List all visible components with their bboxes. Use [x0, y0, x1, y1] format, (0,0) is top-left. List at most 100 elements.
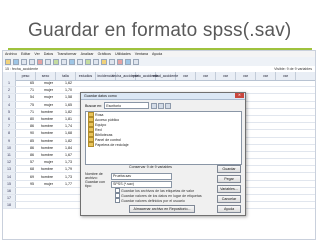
row-number[interactable]: 4 — [3, 101, 16, 108]
variables-button[interactable]: Variables... — [217, 185, 241, 193]
cell[interactable]: hombre — [35, 153, 54, 157]
cell[interactable]: mujer — [35, 160, 54, 164]
look-in-select[interactable]: Escritorio — [104, 102, 150, 109]
view-menu-icon[interactable] — [165, 102, 172, 109]
menu-graficos[interactable]: Gráficos — [98, 52, 111, 56]
column-header[interactable]: talla — [56, 72, 76, 80]
row-number[interactable]: 5 — [3, 108, 16, 115]
cell[interactable]: 71 — [16, 110, 35, 114]
menu-transformar[interactable]: Transformar — [57, 52, 76, 56]
save-icon[interactable] — [13, 58, 19, 65]
list-item[interactable]: Papelera de reciclaje — [86, 142, 241, 147]
cell[interactable]: 1,62 — [54, 81, 73, 85]
menu-datos[interactable]: Datos — [44, 52, 53, 56]
cell[interactable]: 1,84 — [54, 146, 73, 150]
column-header[interactable]: var — [236, 72, 256, 80]
row-number[interactable]: 1 — [3, 80, 16, 87]
file-type-select[interactable]: SPSS (*.sav) — [111, 180, 172, 188]
column-header[interactable]: var — [176, 72, 196, 80]
cell[interactable]: hombre — [35, 146, 54, 150]
cell[interactable]: hombre — [35, 117, 54, 121]
column-header[interactable]: estudios — [76, 72, 96, 80]
variables-icon[interactable] — [69, 58, 75, 65]
cell[interactable]: 86 — [16, 153, 35, 157]
column-header[interactable]: var — [276, 72, 296, 80]
checkbox[interactable] — [115, 198, 120, 203]
row-number[interactable]: 16 — [3, 187, 16, 194]
cell[interactable]: hombre — [35, 175, 54, 179]
find-icon[interactable] — [77, 58, 83, 65]
cell[interactable]: 95 — [16, 182, 35, 186]
column-header[interactable]: edad_accidente — [153, 72, 178, 80]
use-sets-icon[interactable] — [133, 58, 139, 65]
cell[interactable]: mujer — [35, 88, 54, 92]
cancel-button[interactable]: Cancelar — [217, 195, 241, 203]
row-number[interactable]: 2 — [3, 87, 16, 94]
cell[interactable]: mujer — [35, 81, 54, 85]
column-header[interactable]: sexo — [36, 72, 56, 80]
cell[interactable]: 65 — [16, 81, 35, 85]
row-number[interactable]: 7 — [3, 123, 16, 130]
row-number[interactable]: 12 — [3, 159, 16, 166]
cell[interactable]: 69 — [16, 175, 35, 179]
insert-variable-icon[interactable] — [93, 58, 99, 65]
menu-archivo[interactable]: Archivo — [5, 52, 17, 56]
cell[interactable]: 1,58 — [54, 95, 73, 99]
cell[interactable]: 1,73 — [54, 160, 73, 164]
row-number[interactable]: 17 — [3, 195, 16, 202]
cell[interactable]: 86 — [16, 146, 35, 150]
menu-ver[interactable]: Ver — [34, 52, 39, 56]
insert-cases-icon[interactable] — [85, 58, 91, 65]
redo-icon[interactable] — [45, 58, 51, 65]
cell[interactable]: 1,70 — [54, 88, 73, 92]
menu-ventana[interactable]: Ventana — [135, 52, 148, 56]
row-number[interactable]: 6 — [3, 115, 16, 123]
row-number[interactable]: 8 — [3, 130, 16, 137]
cell[interactable]: 85 — [16, 139, 35, 143]
split-file-icon[interactable] — [101, 58, 107, 65]
cell[interactable]: hombre — [35, 167, 54, 171]
cell[interactable]: 1,77 — [54, 182, 73, 186]
cell[interactable]: hombre — [35, 131, 54, 135]
menu-utilidades[interactable]: Utilidades — [115, 52, 131, 56]
cell[interactable]: 1,73 — [54, 175, 73, 179]
column-header[interactable]: var — [256, 72, 276, 80]
help-button[interactable]: Ayuda — [217, 205, 241, 213]
row-number[interactable]: 10 — [3, 144, 16, 151]
cell[interactable]: 1,65 — [54, 103, 73, 107]
value-labels-icon[interactable] — [125, 58, 131, 65]
row-number[interactable]: 14 — [3, 173, 16, 180]
up-folder-icon[interactable] — [151, 102, 158, 109]
cell[interactable]: 80 — [16, 117, 35, 121]
recall-dialog-icon[interactable] — [29, 58, 35, 65]
cell[interactable]: 68 — [16, 167, 35, 171]
column-header[interactable]: var — [196, 72, 216, 80]
row-number[interactable]: 18 — [3, 202, 16, 209]
menu-editar[interactable]: Editar — [21, 52, 30, 56]
cell[interactable]: 86 — [16, 124, 35, 128]
cell[interactable]: hombre — [35, 124, 54, 128]
cell[interactable]: mujer — [35, 182, 54, 186]
cell[interactable]: 71 — [16, 88, 35, 92]
cell[interactable]: hombre — [35, 139, 54, 143]
paste-button[interactable]: Pegar — [217, 175, 241, 183]
cell[interactable]: 54 — [16, 95, 35, 99]
new-folder-icon[interactable] — [158, 102, 165, 109]
filename-input[interactable]: Prueba.sav — [111, 172, 172, 180]
cell[interactable]: 1,81 — [54, 117, 73, 121]
column-header[interactable]: peso — [16, 72, 36, 80]
menu-analizar[interactable]: Analizar — [81, 52, 94, 56]
cell[interactable]: 1,82 — [54, 139, 73, 143]
cell[interactable]: 1,74 — [54, 124, 73, 128]
open-icon[interactable] — [5, 58, 11, 65]
weight-cases-icon[interactable] — [109, 58, 115, 65]
close-icon[interactable]: ✕ — [235, 93, 244, 98]
cell[interactable]: 57 — [16, 160, 35, 164]
store-repository-button[interactable]: Almacenar archivo en Repositorio... — [129, 205, 195, 213]
column-header[interactable]: var — [216, 72, 236, 80]
undo-icon[interactable] — [37, 58, 43, 65]
goto-variable-icon[interactable] — [61, 58, 67, 65]
cell[interactable]: 1,68 — [54, 131, 73, 135]
cell[interactable]: mujer — [35, 95, 54, 99]
cell[interactable]: 1,67 — [54, 153, 73, 157]
